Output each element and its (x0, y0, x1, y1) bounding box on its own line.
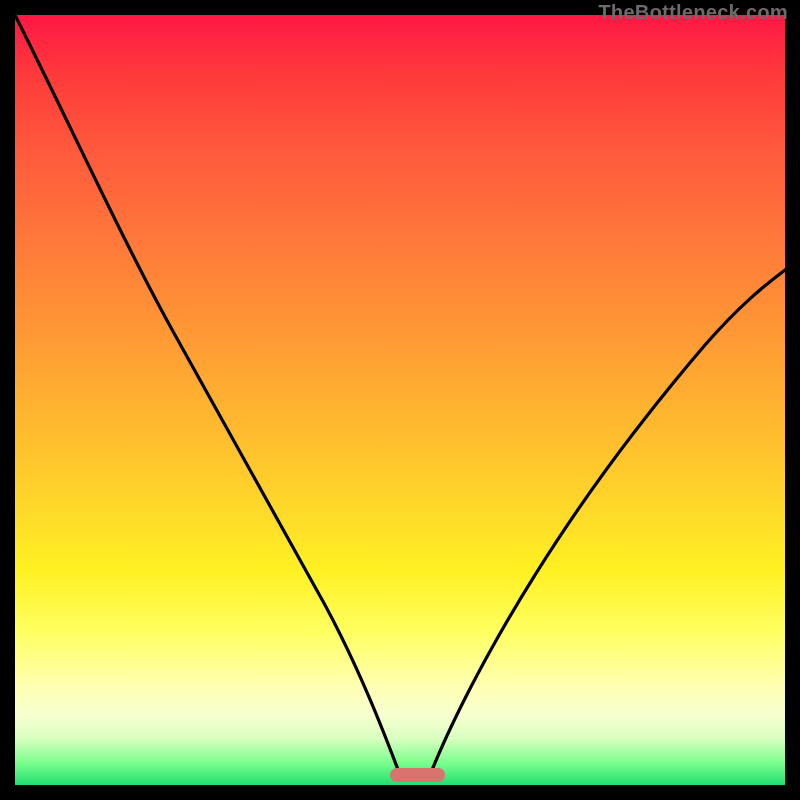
curve-left-branch (15, 15, 400, 775)
plot-area (15, 15, 785, 785)
chart-frame: TheBottleneck.com (0, 0, 800, 800)
curve-right-branch (430, 270, 785, 775)
valley-marker (390, 768, 445, 782)
watermark-text: TheBottleneck.com (598, 2, 788, 25)
bottleneck-curve (15, 15, 785, 785)
